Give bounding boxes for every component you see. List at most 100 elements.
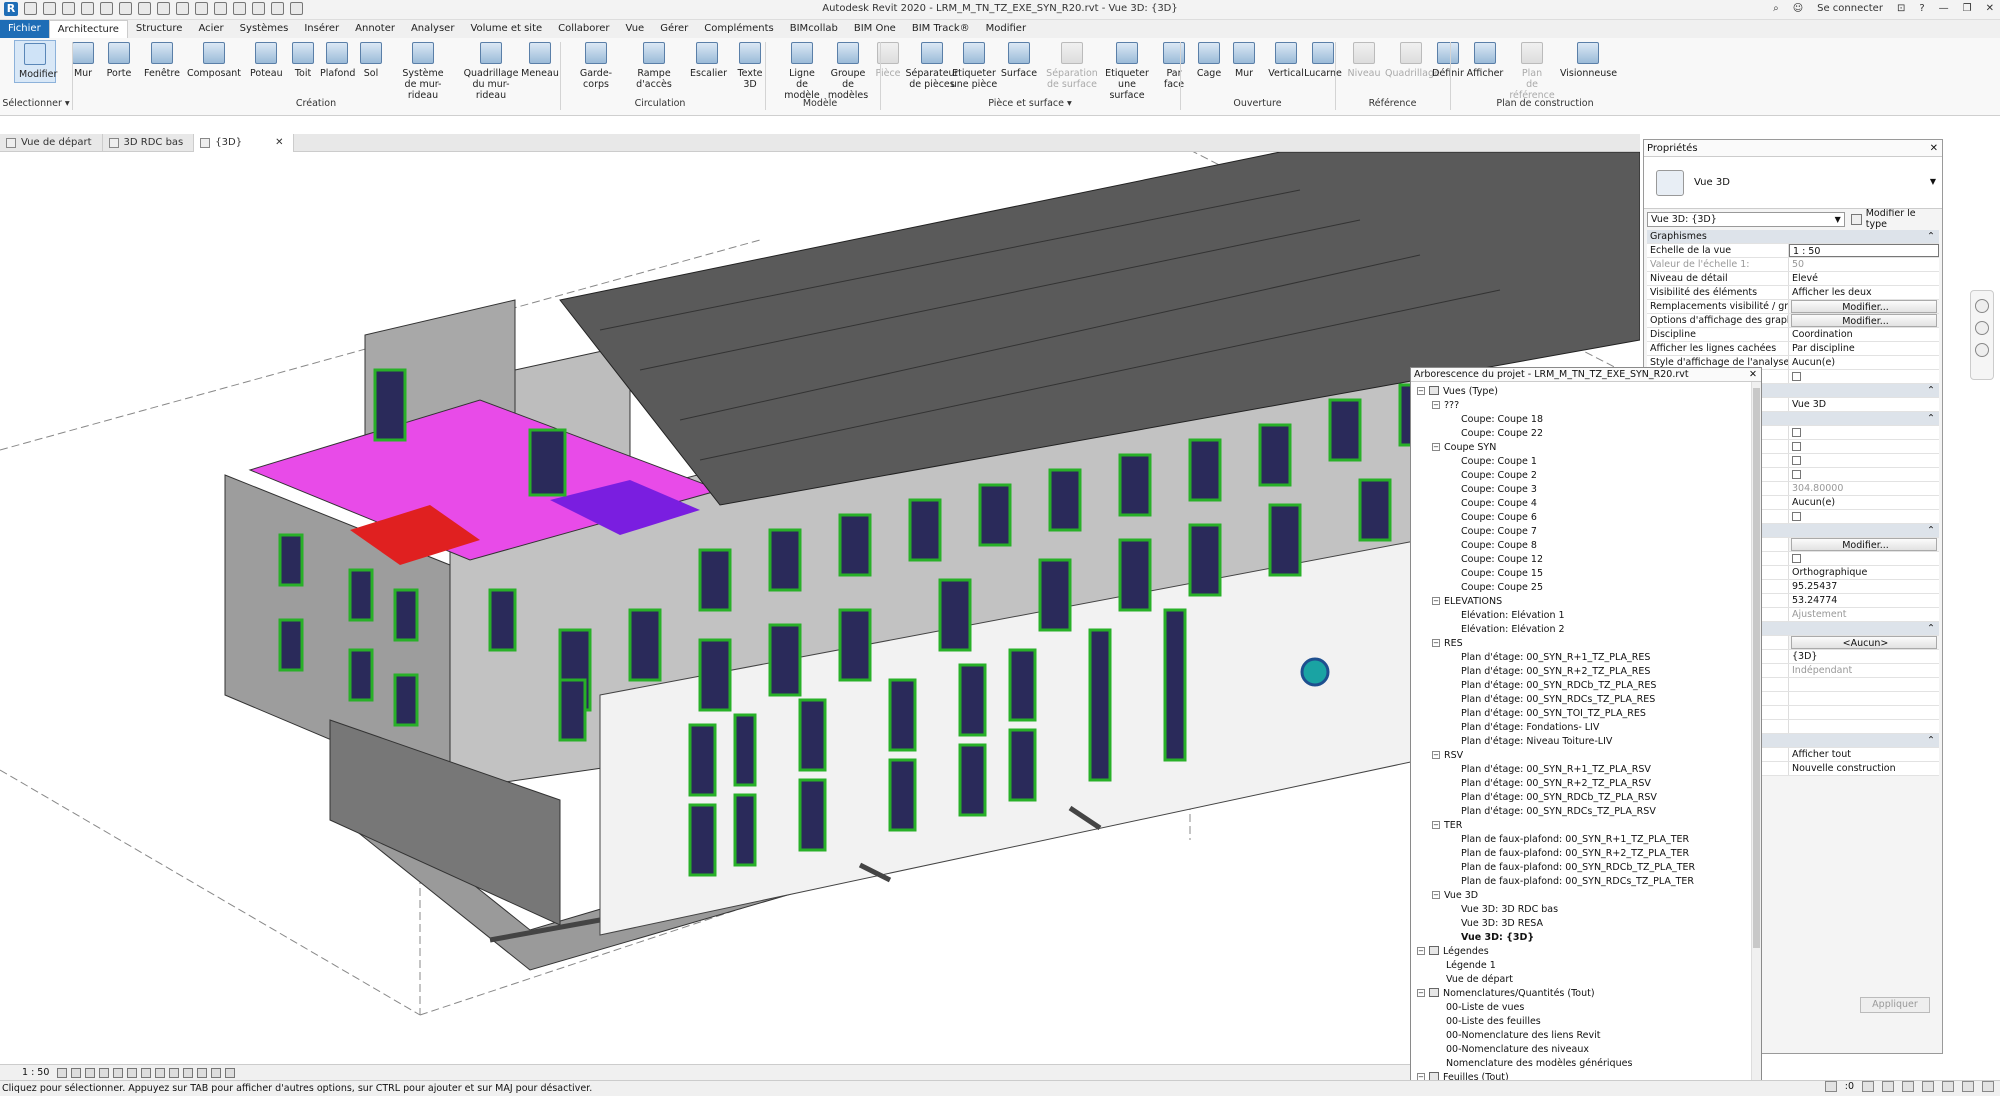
property-value[interactable]: 304.80000 <box>1789 482 1939 495</box>
collapse-icon[interactable]: ⌃ <box>1927 524 1939 537</box>
property-value[interactable]: Orthographique <box>1789 566 1939 579</box>
browser-node[interactable]: − Vue 3D <box>1432 889 1478 903</box>
browser-node[interactable]: − Vues (Type) <box>1417 385 1498 399</box>
property-checkbox[interactable] <box>1789 370 1939 383</box>
browser-item[interactable]: 00-Nomenclature des niveaux <box>1446 1043 1589 1057</box>
browser-node[interactable]: − Nomenclatures/Quantités (Tout) <box>1417 987 1595 1001</box>
property-value[interactable]: Aucun(e) <box>1789 356 1939 369</box>
collapse-icon[interactable]: − <box>1432 401 1440 409</box>
shadows-icon[interactable] <box>99 1067 110 1078</box>
tool-escalier-button[interactable]: Escalier <box>690 42 727 79</box>
crop-region-icon[interactable] <box>141 1067 152 1078</box>
instance-selector[interactable]: Vue 3D: {3D} ▼ <box>1647 211 1845 227</box>
tab-volume-et-site[interactable]: Volume et site <box>462 20 550 38</box>
panel-pi-ce-et-surface[interactable]: Pièce et surface ▾ <box>880 98 1180 109</box>
browser-item[interactable]: Coupe: Coupe 2 <box>1461 469 1537 483</box>
sun-path-icon[interactable] <box>85 1067 96 1078</box>
collapse-icon[interactable]: − <box>1417 947 1425 955</box>
tab-collaborer[interactable]: Collaborer <box>550 20 617 38</box>
tool-d-finir-button[interactable]: Définir <box>1430 42 1466 79</box>
browser-item[interactable]: Plan d'étage: 00_SYN_TOI_TZ_PLA_RES <box>1461 707 1646 721</box>
tab-structure[interactable]: Structure <box>128 20 191 38</box>
browser-item[interactable]: Plan d'étage: 00_SYN_R+1_TZ_PLA_RES <box>1461 651 1650 665</box>
checkbox-icon[interactable] <box>1792 442 1801 451</box>
collapse-icon[interactable]: − <box>1432 639 1440 647</box>
checkbox-icon[interactable] <box>1792 554 1801 563</box>
property-edit-button[interactable]: Modifier... <box>1791 300 1937 313</box>
tab-bim-one[interactable]: BIM One <box>846 20 904 38</box>
checkbox-icon[interactable] <box>1792 428 1801 437</box>
property-edit-button[interactable]: Modifier... <box>1791 538 1937 551</box>
select-links-icon[interactable] <box>1882 1081 1894 1092</box>
tool-toit-button[interactable]: Toit <box>290 42 316 79</box>
tab-vue[interactable]: Vue <box>618 20 653 38</box>
tool-quadrillage-du-mur-rideau-button[interactable]: Quadrillage du mur-rideau <box>460 42 522 101</box>
worksharing-display-icon[interactable] <box>197 1067 208 1078</box>
checkbox-icon[interactable] <box>1792 456 1801 465</box>
render-icon[interactable] <box>113 1067 124 1078</box>
property-checkbox[interactable] <box>1789 454 1939 467</box>
steering-wheel-icon[interactable] <box>1975 299 1989 313</box>
tool-s-paration-de-surface-button[interactable]: Séparation de surface <box>1045 42 1099 90</box>
collapse-icon[interactable]: − <box>1432 443 1440 451</box>
tool-lucarne-button[interactable]: Lucarne <box>1303 42 1343 79</box>
tab-analyser[interactable]: Analyser <box>403 20 462 38</box>
property-value[interactable]: 1 : 50 <box>1789 244 1939 257</box>
detail-level-icon[interactable] <box>57 1067 68 1078</box>
checkbox-icon[interactable] <box>1792 470 1801 479</box>
worksets-icon[interactable] <box>1824 1081 1837 1092</box>
property-value[interactable]: Ajustement <box>1789 608 1939 621</box>
browser-item[interactable]: Plan d'étage: 00_SYN_RDCs_TZ_PLA_RES <box>1461 693 1655 707</box>
close-icon[interactable]: ✕ <box>275 134 283 152</box>
tool-composant-button[interactable]: Composant <box>185 42 243 79</box>
property-checkbox[interactable] <box>1789 426 1939 439</box>
tool-pi-ce-button[interactable]: Pièce <box>875 42 901 79</box>
browser-item[interactable]: Coupe: Coupe 7 <box>1461 525 1537 539</box>
browser-node[interactable]: −??? <box>1432 399 1459 413</box>
browser-item[interactable]: Coupe: Coupe 22 <box>1461 427 1543 441</box>
tool-cage-button[interactable]: Cage <box>1193 42 1225 79</box>
type-selector[interactable]: Vue 3D ▼ <box>1644 157 1942 209</box>
view-tab-3d-rdc-bas[interactable]: 3D RDC bas <box>103 133 195 152</box>
browser-node[interactable]: − RSV <box>1432 749 1463 763</box>
browser-item[interactable]: Plan de faux-plafond: 00_SYN_RDCs_TZ_PLA… <box>1461 875 1694 889</box>
tool-modifier-button[interactable]: Modifier <box>14 40 57 83</box>
design-options-icon[interactable] <box>1862 1081 1874 1092</box>
tab-syst-mes[interactable]: Systèmes <box>232 20 297 38</box>
tool-etiqueter-une-pi-ce-button[interactable]: Etiqueter une pièce <box>950 42 998 90</box>
property-value[interactable]: Afficher tout <box>1789 748 1939 761</box>
browser-item[interactable]: Plan d'étage: Niveau Toiture-LIV <box>1461 735 1612 749</box>
browser-item[interactable]: Plan de faux-plafond: 00_SYN_R+2_TZ_PLA_… <box>1461 847 1689 861</box>
restore-icon[interactable]: ❐ <box>1963 3 1972 14</box>
browser-item[interactable]: 00-Liste des feuilles <box>1446 1015 1541 1029</box>
browser-item[interactable]: Plan de faux-plafond: 00_SYN_RDCb_TZ_PLA… <box>1461 861 1695 875</box>
browser-item[interactable]: Coupe: Coupe 6 <box>1461 511 1537 525</box>
collapse-icon[interactable]: − <box>1432 597 1440 605</box>
tool-groupe-de-mod-les-button[interactable]: Groupe de modèles <box>822 42 874 101</box>
visual-style-icon[interactable] <box>71 1067 82 1078</box>
browser-item[interactable]: Coupe: Coupe 3 <box>1461 483 1537 497</box>
browser-item[interactable]: Vue 3D: 3D RDC bas <box>1461 903 1558 917</box>
collapse-icon[interactable]: − <box>1417 989 1425 997</box>
tool-niveau-button[interactable]: Niveau <box>1347 42 1381 79</box>
property-value[interactable]: Afficher les deux <box>1789 286 1939 299</box>
property-edit-button[interactable]: <Aucun> <box>1791 636 1937 649</box>
collapse-icon[interactable]: − <box>1432 751 1440 759</box>
collapse-icon[interactable]: ⌃ <box>1927 384 1939 397</box>
browser-item[interactable]: Plan d'étage: 00_SYN_RDCb_TZ_PLA_RES <box>1461 679 1656 693</box>
tab-modifier[interactable]: Modifier <box>978 20 1034 38</box>
browser-item[interactable]: Elévation: Elévation 1 <box>1461 609 1565 623</box>
property-value[interactable] <box>1789 706 1939 719</box>
tool-texte-3d-button[interactable]: Texte 3D <box>735 42 765 90</box>
user-icon[interactable]: ☺ <box>1793 3 1803 14</box>
property-value[interactable]: {3D} <box>1789 650 1939 663</box>
view-tab-vue-de-d-part[interactable]: Vue de départ <box>0 133 103 152</box>
tool-visionneuse-button[interactable]: Visionneuse <box>1560 42 1617 79</box>
temporary-hide-icon[interactable] <box>169 1067 180 1078</box>
browser-item[interactable]: Elévation: Elévation 2 <box>1461 623 1565 637</box>
tool-porte-button[interactable]: Porte <box>103 42 135 79</box>
view-scale[interactable]: 1 : 50 <box>0 1067 57 1078</box>
tool-ligne-de-mod-le-button[interactable]: Ligne de modèle <box>780 42 824 101</box>
3d-viewport[interactable] <box>0 152 1640 1065</box>
browser-node[interactable]: − Légendes <box>1417 945 1489 959</box>
